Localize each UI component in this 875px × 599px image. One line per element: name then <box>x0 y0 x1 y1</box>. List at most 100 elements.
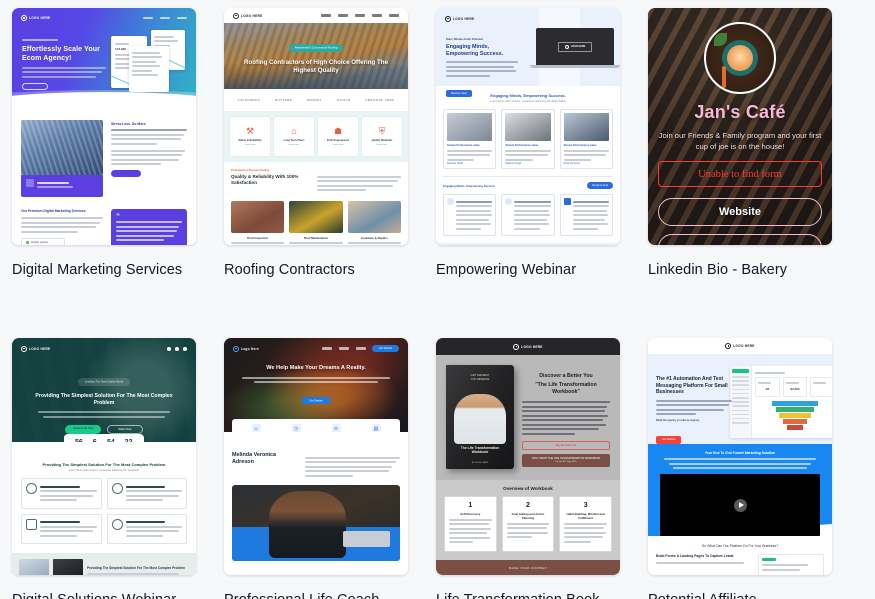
template-thumbnail-potential-affiliate[interactable]: LOGO HERE The #1 Automation And Text Mes… <box>648 338 832 575</box>
template-card[interactable]: LOGO HERE Effortlessly Scale Your Ecom A… <box>12 8 224 280</box>
feature-card[interactable] <box>501 194 555 236</box>
template-thumbnail-digital-marketing-services[interactable]: LOGO HERE Effortlessly Scale Your Ecom A… <box>12 8 196 245</box>
globe-icon <box>111 518 123 530</box>
feature-card[interactable] <box>443 194 497 236</box>
hero-cta-button[interactable]: Get Started <box>302 396 330 405</box>
video-player[interactable] <box>660 474 820 536</box>
secondary-link-button[interactable] <box>658 234 822 245</box>
template-card[interactable]: LOGO HERE GET THE BEST YOU DESERVE The Li… <box>436 338 648 599</box>
feature-card[interactable] <box>106 513 187 545</box>
bio-page: Jan's Café Join our Friends & Family pro… <box>648 8 832 245</box>
service-label: Roof Maintenance <box>303 235 329 240</box>
secondary-cta-button[interactable]: Watch Now <box>107 424 143 435</box>
coach-name: Melinda Veronica Adreson <box>232 452 277 465</box>
band-cta-button[interactable]: Reserve Seat <box>587 182 613 189</box>
coach-photo <box>232 485 400 561</box>
content-card[interactable]: Stream Performance value Read the Detail… <box>559 109 613 169</box>
hero-section: The #1 Automation And Text Messaging Pla… <box>648 354 832 444</box>
content-card[interactable]: Stream Performance value Read the Detail… <box>501 109 555 169</box>
footer-photo <box>53 559 83 575</box>
nav-links <box>321 347 366 350</box>
coffee-cup-icon <box>722 40 758 76</box>
brand-logo: MARVEL <box>307 98 323 102</box>
user-icon: ☺ <box>251 424 261 432</box>
services-section: Performance & Precision Roofing Quality … <box>224 162 408 245</box>
hero-section: LOGO HERE Date | Minute Audio Oriented E… <box>436 8 620 97</box>
nav-cta-button[interactable]: Get Started <box>371 345 399 352</box>
primary-cta-button[interactable]: Reserve My Seat <box>65 424 102 435</box>
content-card[interactable]: Stream Performance value Read the Detail… <box>443 109 497 169</box>
logo-text: LOGO HERE <box>29 16 51 20</box>
template-card[interactable]: Jan's Café Join our Friends & Family pro… <box>648 8 860 280</box>
funnel-chart <box>772 400 818 430</box>
service-photo <box>231 200 285 233</box>
template-thumbnail-empowering-webinar[interactable]: LOGO HERE Date | Minute Audio Oriented E… <box>436 8 620 245</box>
tagline: Join our Friends & Family program and yo… <box>658 131 822 151</box>
site-navbar: LOGO HERE <box>224 8 408 23</box>
site-navbar: Logo Here Get Started <box>224 338 408 354</box>
feature-card[interactable]: ⚒ Safety & Reliability Learn more <box>230 117 270 156</box>
clock-icon: ◷ <box>291 424 301 432</box>
template-card[interactable]: LOGO HERE Residential & Commercial Roofi… <box>224 8 436 280</box>
step-card: 2 Goal Setting and Action Planning <box>501 496 555 552</box>
feature-card[interactable]: ⌂ Long Term Plans Learn more <box>274 117 314 156</box>
hero-section: Residential & Commercial Roofing Roofing… <box>224 23 408 89</box>
building-photo <box>21 120 103 175</box>
template-thumbnail-linkedin-bio-bakery[interactable]: Jan's Café Join our Friends & Family pro… <box>648 8 832 245</box>
hero-subheadline: "The Life Transformation Workbook" <box>535 382 597 395</box>
section-heading: Quality & Reliability With 100% Satisfac… <box>231 174 299 185</box>
card-title: Empowering Webinar <box>436 262 577 278</box>
hero-cta-button[interactable]: Get Started <box>656 435 682 444</box>
video-section: Your End To End Funnel Marketing Solutio… <box>648 444 832 536</box>
feature-card[interactable] <box>21 513 102 545</box>
features-row: ⚒ Safety & Reliability Learn more ⌂ Long… <box>224 111 408 162</box>
play-button-icon[interactable] <box>733 498 747 512</box>
nav-links <box>321 14 399 17</box>
service-label: Insulation & Repairs <box>360 235 388 240</box>
band-heading: Engaging Minds, Empowering Success <box>443 183 496 188</box>
template-thumbnail-roofing-contractors[interactable]: LOGO HERE Residential & Commercial Roofi… <box>224 8 408 245</box>
card-title: Professional Life Coach Services <box>224 590 408 599</box>
document-icon <box>26 518 37 530</box>
template-card[interactable]: LOGO HERE The #1 Automation And Text Mes… <box>648 338 860 599</box>
brand-logo: CALIFORNIA <box>237 98 261 102</box>
brand-logo: BUTTERS <box>275 98 293 102</box>
spoon-icon <box>722 66 726 88</box>
hero-headline: Providing The Simplest Solution For The … <box>35 393 173 406</box>
section-cta-button[interactable] <box>111 170 141 177</box>
logo-mark-icon <box>21 15 27 21</box>
primary-cta-button[interactable]: Buy the book now <box>522 440 610 451</box>
band-heading: Your End To End Funnel Marketing Solutio… <box>704 451 776 455</box>
secondary-cta-button[interactable]: YES! I WANT THE LIFE TRANSFORMATION WORK… <box>522 454 610 468</box>
services-section: Our Best Service Lorem ipsum dolor sit a… <box>224 569 408 575</box>
hero-section: GET THE BEST YOU DESERVE The Life Transfo… <box>436 355 620 480</box>
template-thumbnail-life-transformation-book-sale[interactable]: LOGO HERE GET THE BEST YOU DESERVE The Li… <box>436 338 620 575</box>
feature-card[interactable] <box>21 478 102 509</box>
template-thumbnail-digital-solutions-webinar[interactable]: LOGO HERE Leading The New Digital World … <box>12 338 196 575</box>
hero-headline: The #1 Automation And Text Messaging Pla… <box>656 376 728 396</box>
template-thumbnail-professional-life-coach-services[interactable]: Logo Here Get Started We Help Make Your … <box>224 338 408 575</box>
footer-photo <box>19 559 49 575</box>
hero-copy: Effortlessly Scale Your Ecom Agency! <box>12 24 106 90</box>
card-title: Linkedin Bio - Bakery <box>648 262 788 278</box>
template-card[interactable]: LOGO HERE Leading The New Digital World … <box>12 338 224 599</box>
feature-card[interactable]: ☗ Fully Experienced Learn more <box>318 117 358 156</box>
template-card[interactable]: LOGO HERE Date | Minute Audio Oriented E… <box>436 8 648 280</box>
hero-cta-button[interactable]: Reserve Seat <box>446 89 472 97</box>
logo-text: LOGO HERE <box>733 344 755 348</box>
feature-card[interactable]: ⛨ Quality Materials Learn more <box>362 117 402 156</box>
logo: LOGO HERE <box>513 343 542 350</box>
logo: Logo Here <box>233 345 259 352</box>
section-eyebrow: Performance & Precision Roofing <box>231 169 270 172</box>
feature-card[interactable] <box>559 194 613 236</box>
target-icon <box>111 483 123 495</box>
feature-card[interactable] <box>106 478 187 509</box>
website-button[interactable]: Website <box>658 198 822 226</box>
service-photo <box>289 200 343 233</box>
menu-dots-icon[interactable] <box>167 346 187 351</box>
template-card[interactable]: Logo Here Get Started We Help Make Your … <box>224 338 436 599</box>
site-navbar: LOGO HERE <box>648 338 832 354</box>
brand-logo: KATLIN <box>337 98 351 102</box>
testimonial-card: ❝ <box>111 209 187 245</box>
hero-cta-button[interactable] <box>22 82 48 90</box>
